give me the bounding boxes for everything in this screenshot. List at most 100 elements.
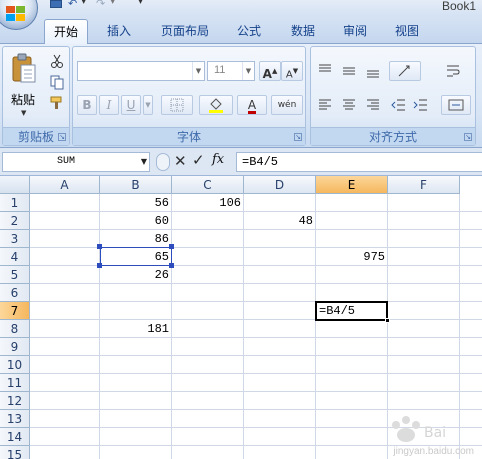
row-header-12[interactable]: 12 [0, 392, 30, 410]
title-bar: ↶ ▼ ↷ ▼ ▾ Book1 [0, 0, 482, 30]
cell-b8[interactable]: 181 [100, 320, 171, 338]
gridline-horizontal [30, 409, 482, 410]
svg-text:Bai: Bai [424, 425, 446, 441]
align-center-icon[interactable] [341, 97, 357, 113]
row-header-5[interactable]: 5 [0, 266, 30, 284]
tab-home[interactable]: 开始 [44, 19, 88, 45]
redo-icon[interactable]: ↷ [96, 0, 105, 10]
phonetic-button[interactable]: wén [271, 95, 303, 115]
fill-handle[interactable] [385, 318, 390, 323]
font-name-combo[interactable]: ▼ [77, 61, 205, 81]
decrease-indent-icon[interactable] [391, 97, 407, 113]
row-header-6[interactable]: 6 [0, 284, 30, 302]
row-header-9[interactable]: 9 [0, 338, 30, 356]
row-header-7[interactable]: 7 [0, 302, 30, 320]
format-painter-icon[interactable] [49, 95, 65, 111]
save-icon[interactable] [50, 0, 62, 8]
reference-resize-handle[interactable] [169, 244, 174, 249]
font-size-combo[interactable]: 11 ▼ [207, 61, 255, 81]
wrap-text-icon[interactable] [445, 63, 461, 79]
row-header-10[interactable]: 10 [0, 356, 30, 374]
shrink-font-button[interactable]: A▼ [281, 61, 303, 81]
formula-input[interactable]: =B4/5 [236, 152, 482, 172]
align-bottom-icon[interactable] [365, 63, 381, 79]
bold-button[interactable]: B [77, 95, 97, 115]
reference-resize-handle[interactable] [169, 263, 174, 268]
name-box[interactable]: SUM ▼ [2, 152, 150, 172]
cell-b2[interactable]: 60 [100, 212, 171, 230]
cell-e4[interactable]: 975 [316, 248, 387, 266]
tab-formulas[interactable]: 公式 [228, 22, 270, 40]
formula-reference-highlight[interactable] [100, 247, 172, 266]
gridline-horizontal [30, 355, 482, 356]
cell-b5[interactable]: 26 [100, 266, 171, 284]
column-header-f[interactable]: F [388, 176, 460, 194]
shrink-font-icon: A [285, 69, 293, 81]
paste-button-label[interactable]: 粘贴 [11, 91, 35, 108]
grow-font-button[interactable]: A▲ [259, 61, 281, 81]
cancel-icon[interactable]: ✕ [174, 152, 187, 170]
tab-review[interactable]: 审阅 [334, 22, 376, 40]
font-launcher-icon[interactable]: ↘ [294, 133, 302, 141]
redo-dropdown-icon[interactable]: ▼ [110, 0, 115, 5]
increase-indent-icon[interactable] [413, 97, 429, 113]
row-header-13[interactable]: 13 [0, 410, 30, 428]
paste-icon[interactable] [11, 53, 37, 83]
row-header-11[interactable]: 11 [0, 374, 30, 392]
alignment-group: 对齐方式 ↘ [310, 46, 476, 146]
insert-function-icon[interactable]: fx [212, 152, 224, 167]
formula-bar-handle[interactable] [156, 153, 170, 171]
column-header-c[interactable]: C [172, 176, 244, 194]
orientation-button[interactable] [389, 61, 421, 81]
gridline-vertical [315, 194, 316, 459]
tab-insert[interactable]: 插入 [98, 22, 140, 40]
paste-dropdown-icon[interactable]: ▼ [21, 109, 26, 117]
tab-view[interactable]: 视图 [386, 22, 428, 40]
align-top-icon[interactable] [317, 63, 333, 79]
font-size-dropdown-icon[interactable]: ▼ [242, 62, 254, 80]
name-box-dropdown-icon[interactable]: ▼ [141, 157, 147, 166]
row-header-14[interactable]: 14 [0, 428, 30, 446]
alignment-launcher-icon[interactable]: ↘ [464, 133, 472, 141]
cut-icon[interactable] [49, 53, 65, 69]
row-header-4[interactable]: 4 [0, 248, 30, 266]
clipboard-launcher-icon[interactable]: ↘ [58, 133, 66, 141]
row-header-8[interactable]: 8 [0, 320, 30, 338]
tab-data[interactable]: 数据 [282, 22, 324, 40]
copy-icon[interactable] [49, 74, 65, 90]
cell-c1[interactable]: 106 [172, 194, 243, 212]
underline-button[interactable]: U [121, 95, 141, 115]
active-cell-text: =B4/5 [319, 304, 356, 318]
font-color-button[interactable]: A [237, 95, 267, 115]
undo-dropdown-icon[interactable]: ▼ [81, 0, 86, 5]
cell-b1[interactable]: 56 [100, 194, 171, 212]
reference-resize-handle[interactable] [97, 263, 102, 268]
fill-color-button[interactable] [199, 95, 233, 115]
cell-d2[interactable]: 48 [244, 212, 315, 230]
enter-icon[interactable]: ✓ [192, 151, 205, 169]
row-header-2[interactable]: 2 [0, 212, 30, 230]
column-header-e[interactable]: E [316, 176, 388, 194]
font-name-dropdown-icon[interactable]: ▼ [192, 62, 204, 80]
italic-button[interactable]: I [99, 95, 119, 115]
reference-resize-handle[interactable] [97, 244, 102, 249]
customize-quick-access-icon[interactable]: ▾ [138, 0, 143, 7]
align-middle-icon[interactable] [341, 63, 357, 79]
align-right-icon[interactable] [365, 97, 381, 113]
row-header-1[interactable]: 1 [0, 194, 30, 212]
align-left-icon[interactable] [317, 97, 333, 113]
column-header-a[interactable]: A [30, 176, 100, 194]
row-header-15[interactable]: 15 [0, 446, 30, 459]
row-header-3[interactable]: 3 [0, 230, 30, 248]
column-header-b[interactable]: B [100, 176, 172, 194]
merge-center-button[interactable] [441, 95, 471, 115]
active-cell-editor[interactable]: =B4/5 [315, 301, 388, 321]
tab-page-layout[interactable]: 页面布局 [152, 22, 218, 40]
column-header-d[interactable]: D [244, 176, 316, 194]
select-all-corner[interactable] [0, 176, 30, 194]
orientation-icon [398, 65, 410, 77]
undo-icon[interactable]: ↶ [68, 0, 77, 10]
cell-b3[interactable]: 86 [100, 230, 171, 248]
borders-button[interactable] [161, 95, 193, 115]
underline-dropdown-icon[interactable]: ▼ [143, 95, 153, 115]
